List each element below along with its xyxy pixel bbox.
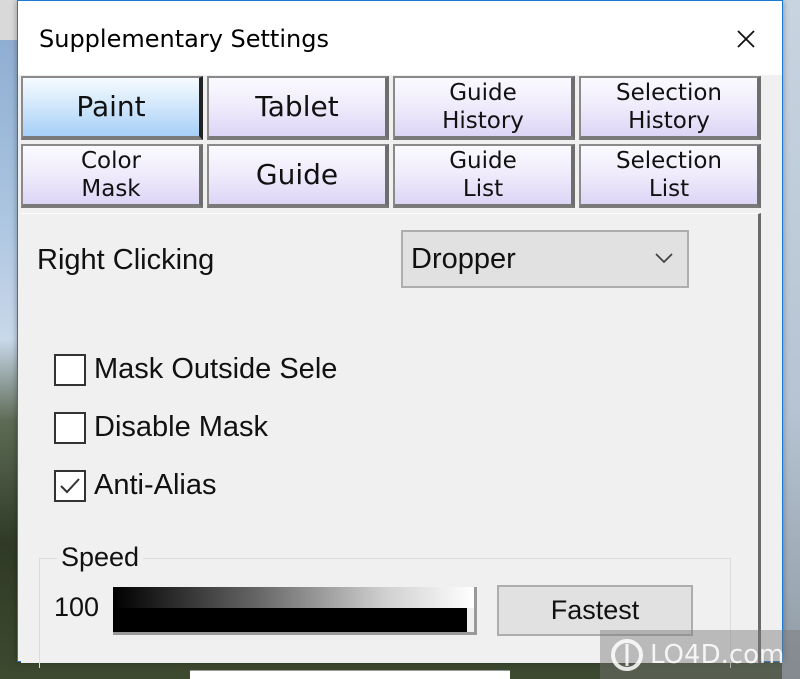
checkbox-box[interactable]	[54, 469, 86, 502]
checkbox-box[interactable]	[54, 353, 86, 386]
tab-selection-history[interactable]: Selection History	[579, 76, 761, 140]
disable-mask-checkbox[interactable]: Disable Mask	[54, 411, 268, 444]
close-button[interactable]	[724, 17, 768, 61]
supplementary-settings-dialog: Supplementary Settings Paint Tablet Guid…	[17, 0, 783, 668]
anti-alias-checkbox[interactable]: Anti-Alias	[54, 469, 217, 502]
fastest-button[interactable]: Fastest	[497, 585, 693, 636]
desktop-background	[0, 0, 18, 40]
window-title: Supplementary Settings	[39, 25, 329, 53]
tab-paint[interactable]: Paint	[21, 76, 203, 140]
tab-label: Guide	[449, 80, 517, 106]
speed-group-label: Speed	[57, 542, 144, 573]
tab-label: History	[442, 108, 524, 134]
tab-label: Selection	[616, 148, 722, 174]
tab-label: Selection	[616, 80, 722, 106]
close-icon	[737, 30, 755, 48]
speed-slider[interactable]	[113, 587, 477, 635]
background-window-edge	[190, 670, 510, 679]
right-clicking-value: Dropper	[411, 242, 516, 275]
tab-label: Paint	[76, 90, 146, 123]
right-clicking-dropdown[interactable]: Dropper	[401, 230, 689, 288]
checkmark-icon	[60, 477, 80, 493]
tab-label: History	[628, 108, 710, 134]
tab-label: Guide	[255, 158, 339, 191]
desktop-background-right	[782, 0, 800, 679]
paint-settings-panel: Right Clicking Dropper Mask Outside Sele…	[21, 213, 761, 668]
tab-label: Guide	[449, 148, 517, 174]
tab-selection-list[interactable]: Selection List	[579, 144, 761, 208]
tab-label: List	[462, 176, 504, 202]
checkbox-label: Disable Mask	[94, 411, 269, 443]
mask-outside-selection-checkbox[interactable]: Mask Outside Sele	[54, 353, 337, 386]
tab-guide-history[interactable]: Guide History	[393, 76, 575, 140]
tab-tablet[interactable]: Tablet	[207, 76, 389, 140]
tab-label: List	[648, 176, 690, 202]
speed-gradient	[113, 587, 474, 608]
tab-label: Tablet	[255, 90, 339, 123]
checkbox-box[interactable]	[54, 411, 86, 444]
speed-level-bar	[113, 608, 467, 632]
tab-label: Color	[80, 148, 142, 174]
lo4d-logo-icon	[611, 638, 643, 671]
tab-guide-list[interactable]: Guide List	[393, 144, 575, 208]
watermark: LO4D.com	[600, 630, 800, 679]
watermark-text: LO4D.com	[650, 639, 785, 670]
tab-label: Mask	[81, 176, 141, 202]
settings-tabs: Paint Tablet Guide History Selection Histo…	[21, 76, 763, 210]
tab-guide[interactable]: Guide	[207, 144, 389, 208]
speed-value: 100	[54, 592, 100, 622]
chevron-down-icon	[655, 253, 673, 264]
title-bar: Supplementary Settings	[18, 1, 782, 75]
checkbox-label: Mask Outside Sele	[94, 353, 338, 385]
tab-color-mask[interactable]: Color Mask	[21, 144, 203, 208]
checkbox-label: Anti-Alias	[94, 469, 217, 501]
right-clicking-label: Right Clicking	[37, 244, 215, 276]
